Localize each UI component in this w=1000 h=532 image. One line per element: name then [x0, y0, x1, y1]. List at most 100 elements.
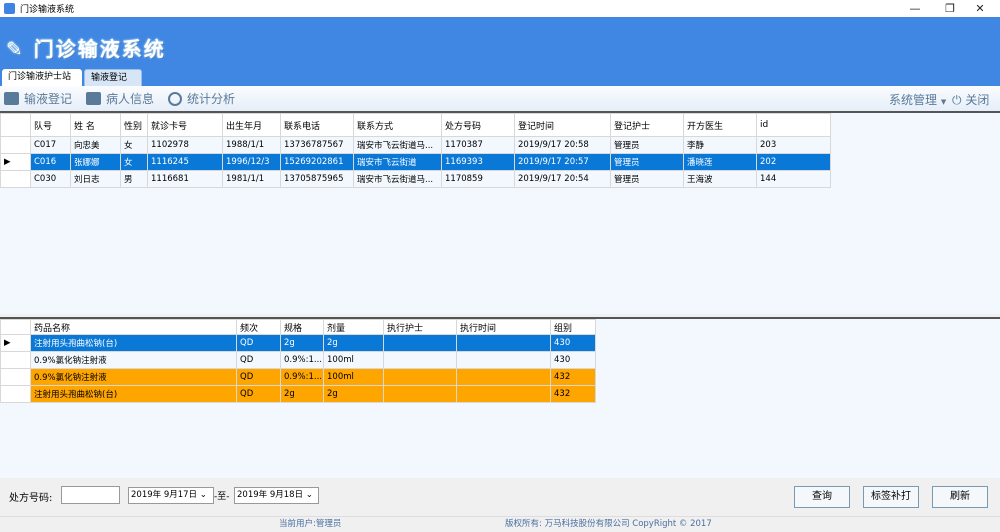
row-selector[interactable]: ▶ — [0, 153, 31, 171]
restore-button[interactable]: ❐ — [935, 0, 965, 17]
toolbar-label: 病人信息 — [106, 92, 155, 106]
row-selector[interactable] — [0, 385, 31, 403]
column-header[interactable]: 频次 — [236, 319, 281, 335]
close-window-button[interactable]: ✕ — [965, 0, 995, 17]
window-title: 门诊输液系统 — [20, 5, 75, 15]
table-cell: 2g — [280, 334, 324, 352]
table-cell — [456, 368, 551, 386]
table-cell: 王海波 — [683, 170, 757, 188]
column-header[interactable]: id — [756, 113, 831, 137]
column-header[interactable]: 联系电话 — [280, 113, 354, 137]
table-row[interactable]: 0.9%氯化钠注射液 QD 0.9%:1... 100ml 430 — [0, 351, 596, 369]
table-cell: 1170387 — [441, 136, 515, 154]
table-cell: 0.9%:1... — [280, 351, 324, 369]
table-cell: C016 — [30, 153, 71, 171]
title-bar: 门诊输液系统 — ❐ ✕ — [0, 0, 1000, 17]
system-menu[interactable]: 系统管理 ▼ — [889, 91, 946, 108]
table-cell: 100ml — [323, 351, 384, 369]
column-header[interactable]: 联系方式 — [353, 113, 442, 137]
column-header[interactable]: 姓 名 — [70, 113, 121, 137]
table-cell: 李静 — [683, 136, 757, 154]
table-cell: 男 — [120, 170, 148, 188]
table-cell: 13705875965 — [280, 170, 354, 188]
table-cell: QD — [236, 334, 281, 352]
column-header[interactable]: 药品名称 — [30, 319, 237, 335]
column-header[interactable]: 规格 — [280, 319, 324, 335]
column-header[interactable]: 开方医生 — [683, 113, 757, 137]
table-row[interactable]: ▶ 注射用头孢曲松钠(台) QD 2g 2g 430 — [0, 334, 596, 352]
date-from-picker[interactable]: 2019年 9月17日 ⌄ — [128, 487, 214, 504]
toolbar-label: 统计分析 — [187, 92, 236, 106]
row-selector[interactable]: ▶ — [0, 334, 31, 352]
row-selector[interactable] — [0, 351, 31, 369]
toolbar-patient-info-button[interactable]: 病人信息 — [86, 90, 154, 107]
toolbar-statistics-button[interactable]: 统计分析 — [168, 90, 235, 107]
table-cell: 430 — [550, 334, 596, 352]
date-to-picker[interactable]: 2019年 9月18日 ⌄ — [234, 487, 319, 504]
table-row[interactable]: 注射用头孢曲松钠(台) QD 2g 2g 432 — [0, 385, 596, 403]
column-header[interactable]: 登记护士 — [610, 113, 684, 137]
column-header[interactable]: 队号 — [30, 113, 71, 137]
refresh-button[interactable]: 刷新 — [932, 486, 988, 508]
table-cell: 0.9%氯化钠注射液 — [30, 351, 237, 369]
table-cell: 202 — [756, 153, 831, 171]
table-cell: QD — [236, 368, 281, 386]
copyright: 版权所有: 万马科技股份有限公司 CopyRight © 2017 — [505, 519, 712, 529]
rx-label: 处方号码: — [9, 493, 53, 504]
table-cell: 注射用头孢曲松钠(台) — [30, 334, 237, 352]
table-cell: QD — [236, 385, 281, 403]
query-button[interactable]: 查询 — [794, 486, 850, 508]
table-cell: 瑞安市飞云街道马... — [353, 136, 442, 154]
table-cell: 瑞安市飞云街道 — [353, 153, 442, 171]
table-cell — [383, 385, 457, 403]
app-header: ✎ 门诊输液系统 门诊输液护士站 输液登记 — [0, 17, 1000, 86]
tab-infusion-register[interactable]: 输液登记 — [84, 69, 142, 86]
table-cell: C017 — [30, 136, 71, 154]
register-icon — [4, 92, 19, 105]
column-header[interactable]: 执行护士 — [383, 319, 457, 335]
table-cell: 管理员 — [610, 170, 684, 188]
caret-down-icon: ▼ — [940, 98, 947, 106]
column-header[interactable]: 处方号码 — [441, 113, 515, 137]
tab-nurse-station[interactable]: 门诊输液护士站 — [2, 69, 82, 86]
column-header[interactable]: 就诊卡号 — [147, 113, 223, 137]
table-cell — [383, 334, 457, 352]
row-selector[interactable] — [0, 368, 31, 386]
table-cell: 2019/9/17 20:54 — [514, 170, 611, 188]
reprint-label-button[interactable]: 标签补打 — [863, 486, 919, 508]
table-cell: 女 — [120, 153, 148, 171]
toolbar-register-button[interactable]: 输液登记 — [4, 90, 72, 107]
table-cell: 203 — [756, 136, 831, 154]
status-bar: 当前用户:管理员 版权所有: 万马科技股份有限公司 CopyRight © 20… — [0, 516, 1000, 532]
table-cell: 144 — [756, 170, 831, 188]
exit-button[interactable]: ⏻ 关闭 — [952, 91, 989, 108]
table-row[interactable]: C030 刘日志男 1116681 1981/1/1 13705875965 瑞安市飞云街… — [0, 170, 831, 188]
column-header[interactable]: 出生年月 — [222, 113, 281, 137]
toolbar-label: 输液登记 — [24, 92, 73, 106]
table-cell: 432 — [550, 368, 596, 386]
table-row[interactable]: ▶ C016 张娜娜女 1116245 1996/12/3 15269202861 瑞安市飞… — [0, 153, 831, 171]
date-from-value: 2019年 9月17日 — [131, 490, 198, 500]
date-to-value: 2019年 9月18日 — [237, 490, 304, 500]
column-header[interactable]: 登记时间 — [514, 113, 611, 137]
table-cell: 1116681 — [147, 170, 223, 188]
table-cell: 1116245 — [147, 153, 223, 171]
table-cell: 432 — [550, 385, 596, 403]
column-header[interactable]: 性别 — [120, 113, 148, 137]
row-selector[interactable] — [0, 170, 31, 188]
minimize-button[interactable]: — — [900, 0, 930, 17]
rx-number-input[interactable] — [61, 486, 120, 504]
camera-icon — [86, 92, 102, 105]
column-header[interactable]: 执行时间 — [456, 319, 551, 335]
table-row[interactable]: 0.9%氯化钠注射液 QD 0.9%:1... 100ml 432 — [0, 368, 596, 386]
table-row[interactable]: C017 向忠美女 1102978 1988/1/1 13736787567 瑞安市飞云街… — [0, 136, 831, 154]
table-cell — [456, 385, 551, 403]
row-selector[interactable] — [0, 136, 31, 154]
column-header[interactable]: 组别 — [550, 319, 596, 335]
table-cell: 13736787567 — [280, 136, 354, 154]
to-label: -至- — [214, 492, 230, 502]
system-menu-label: 系统管理 — [889, 93, 938, 107]
table-cell: 0.9%氯化钠注射液 — [30, 368, 237, 386]
patient-grid: 队号姓 名性别 就诊卡号 出生年月 联系电话 联系方式 处方号码 登记时间 登记护士 开方医生 i… — [0, 111, 1000, 314]
column-header[interactable]: 剂量 — [323, 319, 384, 335]
